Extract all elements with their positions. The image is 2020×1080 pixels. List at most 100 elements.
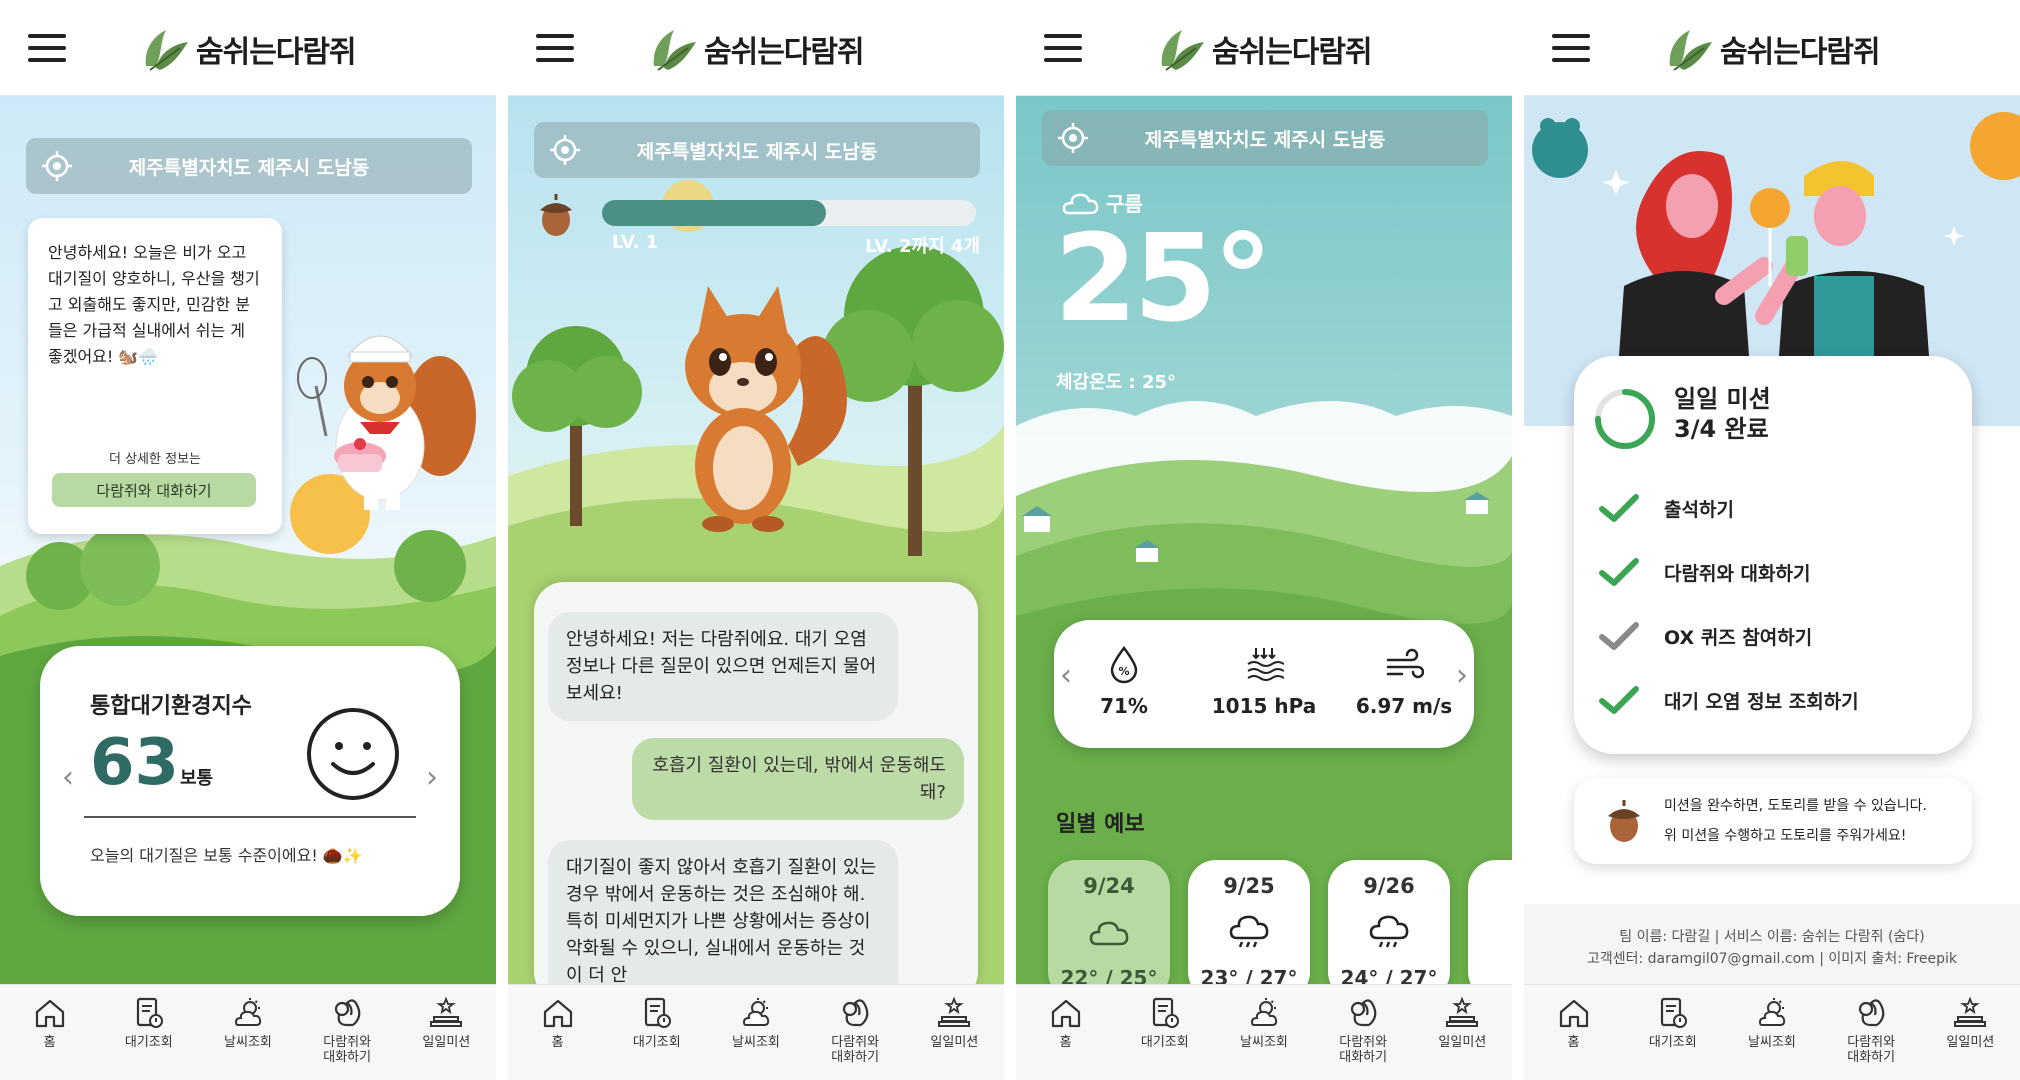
reward-info-card: 미션을 완수하면, 도토리를 받을 수 있습니다. 위 미션을 수행하고 도토리… bbox=[1574, 778, 1972, 864]
checkmark-icon bbox=[1599, 686, 1639, 714]
feels-like: 체감온도 : 25° bbox=[1056, 372, 1177, 393]
forecast-day-card-partial[interactable] bbox=[1468, 860, 1512, 1000]
bottom-nav: 홈 대기조회 날씨조회 다람쥐와 대화하기 일일미션 bbox=[0, 984, 496, 1080]
chat-with-squirrel-button[interactable]: 다람쥐와 대화하기 bbox=[52, 473, 256, 507]
forecast-date: 9/25 bbox=[1223, 874, 1275, 898]
nav-mission[interactable]: 일일미션 bbox=[1417, 995, 1507, 1050]
chevron-right-icon[interactable]: › bbox=[1456, 658, 1468, 693]
app-header: 숨쉬는다람쥐 bbox=[0, 0, 496, 96]
weather-icon bbox=[234, 998, 262, 1026]
svg-text:%: % bbox=[1118, 665, 1129, 678]
nav-weather[interactable]: 날씨조회 bbox=[1727, 995, 1817, 1050]
nav-chat[interactable]: 다람쥐와 대화하기 bbox=[302, 995, 392, 1065]
reward-line-2: 위 미션을 수행하고 도토리를 주워가세요! bbox=[1664, 828, 1907, 844]
podium-icon bbox=[938, 996, 971, 1027]
podium-icon bbox=[430, 996, 463, 1027]
footer-team-info: 팀 이름: 다람길 | 서비스 이름: 숨쉬는 다람쥐 (숨다) bbox=[1619, 929, 1925, 945]
mission-list: 출석하기 다람쥐와 대화하기 OX 퀴즈 참여하기 대기 오염 정보 조회하기 bbox=[1596, 476, 1956, 732]
document-search-icon bbox=[1660, 997, 1687, 1028]
pressure-stat: 1015 hPa bbox=[1204, 644, 1324, 718]
nav-label: 대기조회 bbox=[124, 1035, 173, 1050]
home-screen: 숨쉬는다람쥐 제주특별자치도 제주시 도남동 안녕하세요! 오늘은 비가 오고 … bbox=[0, 0, 496, 1080]
bottom-nav: 홈 대기조회 날씨조회 다람쥐와 대화하기 일일미션 bbox=[1524, 984, 2020, 1080]
app-logo[interactable]: 숨쉬는다람쥐 bbox=[1664, 24, 1881, 74]
aqi-status: 보통 bbox=[180, 768, 214, 789]
mission-item[interactable]: OX 퀴즈 참여하기 bbox=[1596, 604, 1956, 668]
forecast-day-card[interactable]: 9/25 23° / 27° bbox=[1188, 860, 1310, 1000]
cloud-icon bbox=[1089, 921, 1129, 946]
location-bar[interactable]: 제주특별자치도 제주시 도남동 bbox=[534, 122, 980, 178]
footer-contact-info: 고객센터: daramgil07@gmail.com | 이미지 출처: Fre… bbox=[1586, 951, 1958, 967]
forecast-date: 9/26 bbox=[1363, 874, 1415, 898]
humidity-stat: % 71% bbox=[1064, 644, 1184, 718]
mission-title: 일일 미션 3/4 완료 bbox=[1674, 384, 1771, 444]
aqi-divider bbox=[84, 816, 416, 818]
mission-progress-ring bbox=[1595, 389, 1655, 449]
nav-weather[interactable]: 날씨조회 bbox=[1219, 995, 1309, 1050]
mission-item-label: 대기 오염 정보 조회하기 bbox=[1664, 690, 1859, 713]
app-logo[interactable]: 숨쉬는다람쥐 bbox=[648, 24, 865, 74]
nav-weather[interactable]: 날씨조회 bbox=[203, 995, 293, 1050]
chat-message-bot: 대기질이 좋지 않아서 호흡기 질환이 있는 경우 밖에서 운동하는 것은 조심… bbox=[548, 840, 898, 1002]
app-logo[interactable]: 숨쉬는다람쥐 bbox=[1156, 24, 1373, 74]
aqi-title: 통합대기환경지수 bbox=[90, 694, 252, 719]
nav-mission[interactable]: 일일미션 bbox=[401, 995, 491, 1050]
nav-label: 일일미션 bbox=[1946, 1035, 1995, 1050]
forecast-day-card[interactable]: 9/26 24° / 27° bbox=[1328, 860, 1450, 1000]
nav-label: 다람쥐와 대화하기 bbox=[1339, 1035, 1388, 1065]
nav-label: 홈 bbox=[551, 1035, 564, 1050]
nav-chat[interactable]: 다람쥐와 대화하기 bbox=[1826, 995, 1916, 1065]
nav-air[interactable]: 대기조회 bbox=[612, 995, 702, 1050]
nav-air[interactable]: 대기조회 bbox=[1120, 995, 1210, 1050]
nav-home[interactable]: 홈 bbox=[513, 995, 603, 1050]
weather-icon bbox=[1250, 998, 1278, 1026]
home-icon bbox=[1051, 999, 1080, 1028]
mission-item[interactable]: 출석하기 bbox=[1596, 476, 1956, 540]
reward-line-1: 미션을 완수하면, 도토리를 받을 수 있습니다. bbox=[1664, 798, 1927, 814]
squirrel-icon bbox=[1351, 999, 1377, 1027]
app-header: 숨쉬는다람쥐 bbox=[1524, 0, 2020, 96]
nav-home[interactable]: 홈 bbox=[5, 995, 95, 1050]
location-bar[interactable]: 제주특별자치도 제주시 도남동 bbox=[26, 138, 472, 194]
nav-weather[interactable]: 날씨조회 bbox=[711, 995, 801, 1050]
mission-item-label: 출석하기 bbox=[1664, 498, 1734, 521]
reward-text: 미션을 완수하면, 도토리를 받을 수 있습니다. 위 미션을 수행하고 도토리… bbox=[1664, 791, 1927, 851]
document-search-icon bbox=[136, 997, 163, 1028]
humidity-drop-icon: % bbox=[1110, 645, 1138, 684]
leaf-logo-icon bbox=[653, 30, 696, 71]
nav-mission[interactable]: 일일미션 bbox=[1925, 995, 2015, 1050]
menu-icon[interactable] bbox=[1044, 34, 1082, 62]
location-text: 제주특별자치도 제주시 도남동 bbox=[128, 156, 370, 179]
leaf-logo-icon bbox=[145, 30, 188, 71]
menu-icon[interactable] bbox=[28, 34, 66, 62]
location-bar[interactable]: 제주특별자치도 제주시 도남동 bbox=[1042, 110, 1488, 166]
chevron-right-icon[interactable]: › bbox=[426, 760, 438, 795]
rain-cloud-icon bbox=[1369, 915, 1409, 948]
nav-home[interactable]: 홈 bbox=[1021, 995, 1111, 1050]
forecast-day-card[interactable]: 9/24 22° / 25° bbox=[1048, 860, 1170, 1000]
mission-item[interactable]: 대기 오염 정보 조회하기 bbox=[1596, 668, 1956, 732]
aqi-card: 통합대기환경지수 63 보통 오늘의 대기질은 보통 수준이에요! 🌰✨ ‹ › bbox=[40, 646, 460, 916]
more-info-label: 더 상세한 정보는 bbox=[109, 452, 201, 467]
nav-label: 다람쥐와 대화하기 bbox=[831, 1035, 880, 1065]
current-temperature: 25° bbox=[1054, 210, 1273, 349]
nav-mission[interactable]: 일일미션 bbox=[909, 995, 999, 1050]
nav-chat[interactable]: 다람쥐와 대화하기 bbox=[1318, 995, 1408, 1065]
nav-air[interactable]: 대기조회 bbox=[104, 995, 194, 1050]
nav-label: 날씨조회 bbox=[224, 1035, 272, 1050]
podium-icon bbox=[1954, 996, 1987, 1027]
app-logo[interactable]: 숨쉬는다람쥐 bbox=[140, 24, 357, 74]
squirrel-icon bbox=[843, 999, 869, 1027]
mission-item[interactable]: 다람쥐와 대화하기 bbox=[1596, 540, 1956, 604]
nav-air[interactable]: 대기조회 bbox=[1628, 995, 1718, 1050]
logo-text: 숨쉬는다람쥐 bbox=[1212, 35, 1373, 70]
nav-home[interactable]: 홈 bbox=[1529, 995, 1619, 1050]
bottom-nav: 홈 대기조회 날씨조회 다람쥐와 대화하기 일일미션 bbox=[508, 984, 1004, 1080]
nav-chat[interactable]: 다람쥐와 대화하기 bbox=[810, 995, 900, 1065]
chevron-left-icon[interactable]: ‹ bbox=[62, 760, 74, 795]
menu-icon[interactable] bbox=[1552, 34, 1590, 62]
nav-label: 다람쥐와 대화하기 bbox=[323, 1035, 372, 1065]
chat-panel[interactable]: 안녕하세요! 저는 다람쥐에요. 대기 오염 정보나 다른 질문이 있으면 언제… bbox=[534, 582, 978, 1002]
greeting-bubble: 안녕하세요! 오늘은 비가 오고 대기질이 양호하니, 우산을 챙기고 외출해도… bbox=[28, 218, 282, 534]
menu-icon[interactable] bbox=[536, 34, 574, 62]
